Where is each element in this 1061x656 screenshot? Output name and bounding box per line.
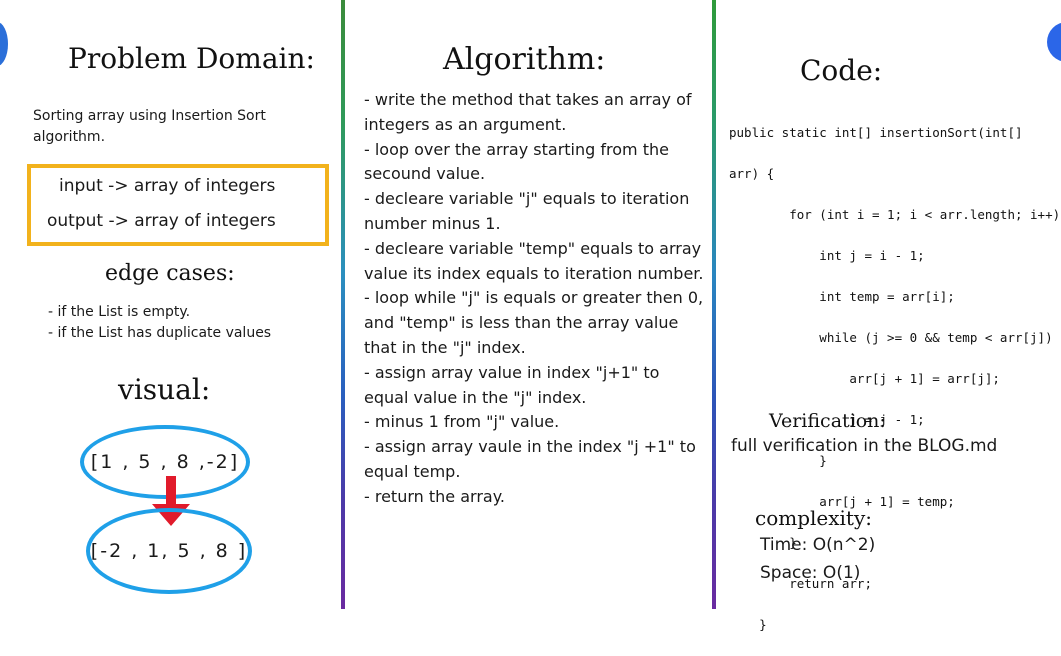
column-divider-left (341, 0, 345, 609)
algorithm-step: - decleare variable "temp" equals to arr… (364, 238, 704, 283)
visual-title: visual: (118, 373, 211, 406)
edge-case-item: - if the List has duplicate values (48, 325, 272, 341)
floating-action-button[interactable] (1047, 22, 1061, 62)
code-line: for (int i = 1; i < arr.length; i++) { (729, 206, 1061, 222)
problem-domain-description: Sorting array using Insertion Sort algor… (33, 108, 266, 145)
code-line: int temp = arr[i]; (729, 288, 955, 304)
algorithm-step: - assign array value in index "j+1" to e… (364, 362, 660, 407)
complexity-title: complexity: (755, 506, 872, 530)
column-divider-right (712, 0, 716, 609)
algorithm-step: - minus 1 from "j" value. (364, 412, 560, 432)
code-title: Code: (800, 54, 883, 87)
code-line: arr) { (729, 165, 775, 181)
problem-domain-title: Problem Domain: (68, 42, 315, 75)
code-line: } (729, 616, 767, 632)
input-line: input -> array of integers (59, 176, 276, 196)
edge-cases-list: - if the List is empty. - if the List ha… (48, 302, 271, 344)
after-array: [-2 , 1, 5 , 8 ] (90, 540, 248, 562)
code-line: while (j >= 0 && temp < arr[j]) { (729, 329, 1061, 345)
space-complexity: Space: O(1) (760, 563, 861, 583)
output-line: output -> array of integers (47, 211, 276, 231)
verification-title: Verification: (769, 410, 886, 432)
code-line: int j = i - 1; (729, 247, 925, 263)
algorithm-step: - decleare variable "j" equals to iterat… (364, 189, 690, 233)
code-line: arr[j + 1] = arr[j]; (729, 370, 1000, 386)
algorithm-step: - return the array. (364, 486, 505, 506)
verification-text: full verification in the BLOG.md (731, 436, 998, 456)
algorithm-step: - loop while "j" is equals or greater th… (364, 288, 704, 357)
edge-cases-title: edge cases: (105, 261, 235, 286)
edge-case-item: - if the List is empty. (48, 304, 191, 320)
algorithm-steps: - write the method that takes an array o… (364, 88, 704, 510)
code-line: public static int[] insertionSort(int[] (729, 124, 1023, 140)
algorithm-step: - assign array vaule in the index "j +1"… (364, 437, 696, 481)
algorithm-title: Algorithm: (443, 42, 606, 77)
algorithm-step: - loop over the array starting from the … (364, 139, 669, 184)
algorithm-step: - write the method that takes an array o… (364, 90, 692, 134)
time-complexity: Time: O(n^2) (760, 535, 876, 555)
decorative-blob (0, 22, 8, 66)
